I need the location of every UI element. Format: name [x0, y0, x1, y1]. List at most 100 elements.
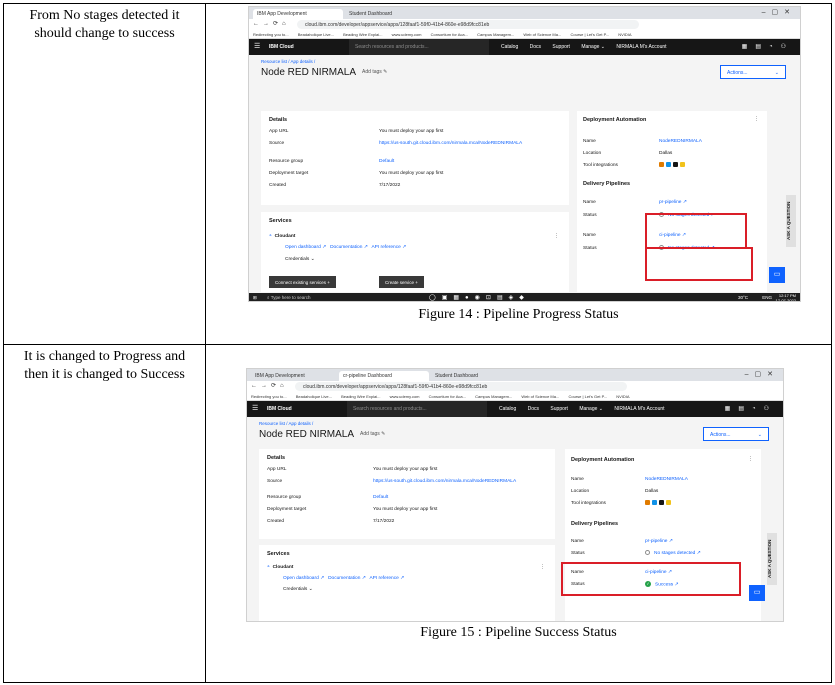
app-details-page: Resource list / App details / Node RED N…: [247, 417, 783, 621]
hamburger-icon[interactable]: ☰: [254, 42, 260, 50]
menu-item[interactable]: Manage ⌄: [579, 406, 603, 412]
bookmark[interactable]: Redirecting you to...: [253, 32, 289, 37]
window-controls[interactable]: –▢✕: [745, 370, 779, 378]
source-link[interactable]: https://us-south.git.cloud.ibm.com/nirma…: [373, 479, 516, 484]
bookmark[interactable]: Beadaholique Live...: [298, 32, 334, 37]
tool-integrations-icons[interactable]: [645, 500, 673, 506]
documentation-link[interactable]: Documentation ↗: [328, 576, 366, 581]
breadcrumb[interactable]: Resource list / App details /: [259, 421, 313, 426]
bookmark[interactable]: Course | Let's Get P...: [570, 32, 609, 37]
bookmark[interactable]: NVIDIA: [618, 32, 631, 37]
menu-item[interactable]: Catalog: [501, 44, 518, 50]
source-link[interactable]: https://us-south.git.cloud.ibm.com/nirma…: [379, 141, 522, 146]
menu-item[interactable]: Docs: [530, 44, 541, 50]
browser-tab-bar: IBM App Development Student Dashboard –▢…: [249, 7, 800, 19]
start-icon[interactable]: ⊞: [253, 295, 257, 301]
add-tags-button[interactable]: Add tags ✎: [360, 431, 385, 437]
bookmark[interactable]: Redirecting you to...: [251, 394, 287, 399]
git-icon: [645, 500, 650, 505]
language-indicator[interactable]: ENG: [762, 295, 772, 300]
services-card: Services ◓ Cloudant ⋮ Open dashboard ↗ D…: [259, 545, 555, 621]
overflow-menu-icon[interactable]: ⋮: [754, 117, 759, 122]
menu-item[interactable]: NIRMALA M's Account: [614, 406, 664, 412]
git-icon: [659, 162, 664, 167]
figure-caption: Figure 14 : Pipeline Progress Status: [418, 307, 619, 322]
url-field[interactable]: cloud.ibm.com/developer/appservice/apps/…: [295, 382, 628, 391]
chat-icon[interactable]: ▭: [769, 267, 785, 283]
browser-tab[interactable]: cr-pipeline Dashboard: [339, 371, 429, 381]
taskbar-search[interactable]: ⌕ Type here to search: [267, 295, 310, 300]
connect-services-button[interactable]: [267, 621, 363, 622]
documentation-link[interactable]: Documentation ↗: [330, 245, 368, 250]
overflow-menu-icon[interactable]: ⋮: [540, 565, 545, 570]
details-card: Details App URL You must deploy your app…: [259, 449, 555, 539]
menu-item[interactable]: NIRMALA M's Account: [616, 44, 666, 50]
window-controls[interactable]: –▢✕: [762, 8, 796, 16]
url-field[interactable]: cloud.ibm.com/developer/appservice/apps/…: [297, 20, 639, 29]
bookmark[interactable]: Campus Managem...: [477, 32, 514, 37]
breadcrumb[interactable]: Resource list / App details /: [261, 59, 315, 64]
create-service-button[interactable]: [365, 621, 435, 622]
bookmark[interactable]: www.udemy.com: [392, 32, 422, 37]
location-label: Location: [571, 489, 590, 494]
actions-dropdown[interactable]: Actions... ⌄: [720, 65, 786, 79]
browser-tab[interactable]: IBM App Development: [251, 371, 337, 381]
api-reference-link[interactable]: API reference ↗: [369, 576, 404, 581]
pr-pipeline-status[interactable]: No stages detected ↗: [645, 550, 701, 556]
bookmark[interactable]: Web of Science Ma...: [523, 32, 561, 37]
bookmark[interactable]: NVIDIA: [616, 394, 629, 399]
bookmark[interactable]: www.udemy.com: [390, 394, 420, 399]
browser-tab[interactable]: Student Dashboard: [345, 9, 423, 19]
pr-pipeline-link[interactable]: pr-pipeline ↗: [645, 539, 673, 544]
ask-question-tab[interactable]: ASK A QUESTION: [786, 195, 796, 247]
toolchain-name-link[interactable]: NodeREDNIRMALA: [659, 139, 702, 144]
bookmark[interactable]: Beadaholique Live...: [296, 394, 332, 399]
page-title: Node RED NIRMALA Add tags ✎: [261, 67, 388, 78]
open-dashboard-link[interactable]: Open dashboard ↗: [283, 576, 324, 581]
browser-tab[interactable]: Student Dashboard: [431, 371, 521, 381]
menu-item[interactable]: Docs: [528, 406, 539, 412]
overflow-menu-icon[interactable]: ⋮: [554, 234, 559, 239]
menu-item[interactable]: Manage ⌄: [581, 44, 605, 50]
menu-item[interactable]: Support: [550, 406, 568, 412]
resource-group-link[interactable]: Default: [373, 495, 388, 500]
overflow-menu-icon[interactable]: ⋮: [748, 457, 753, 462]
brand-logo[interactable]: IBM Cloud: [267, 406, 292, 412]
browser-tab[interactable]: IBM App Development: [253, 9, 343, 19]
search-input[interactable]: Search resources and products...: [349, 39, 489, 55]
credentials-toggle[interactable]: Credentials ⌄: [285, 257, 315, 262]
ask-question-tab[interactable]: ASK A QUESTION: [767, 533, 777, 585]
bookmark[interactable]: Beading Wire Explai...: [343, 32, 382, 37]
search-input[interactable]: Search resources and products...: [347, 401, 487, 417]
create-service-button[interactable]: Create service +: [379, 276, 424, 288]
bookmark[interactable]: Web of Science Ma...: [521, 394, 559, 399]
nav-buttons[interactable]: ←→⟳⌂: [251, 382, 288, 389]
bookmark[interactable]: Consortium for Aca...: [429, 394, 466, 399]
resource-group-link[interactable]: Default: [379, 159, 394, 164]
bookmark[interactable]: Campus Managem...: [475, 394, 512, 399]
browser-tab-bar: IBM App Development cr-pipeline Dashboar…: [247, 369, 783, 381]
toolchain-name-link[interactable]: NodeREDNIRMALA: [645, 477, 688, 482]
actions-dropdown[interactable]: Actions... ⌄: [703, 427, 769, 441]
bookmark[interactable]: Beading Wire Explai...: [341, 394, 380, 399]
bookmark[interactable]: Consortium for Aca...: [431, 32, 468, 37]
connect-services-button[interactable]: Connect existing services +: [269, 276, 336, 288]
pr-pipeline-link[interactable]: pr-pipeline ↗: [659, 200, 687, 205]
services-title: Services: [267, 551, 290, 557]
bookmark[interactable]: Course | Let's Get P...: [568, 394, 607, 399]
menu-item[interactable]: Catalog: [499, 406, 516, 412]
created-value: 7/17/2022: [379, 183, 401, 188]
chat-icon[interactable]: ▭: [749, 585, 765, 601]
open-dashboard-link[interactable]: Open dashboard ↗: [285, 245, 326, 250]
add-tags-button[interactable]: Add tags ✎: [362, 69, 387, 75]
api-reference-link[interactable]: API reference ↗: [371, 245, 406, 250]
hamburger-icon[interactable]: ☰: [252, 404, 258, 412]
tool-integrations-icons[interactable]: [659, 162, 687, 168]
nav-buttons[interactable]: ←→⟳⌂: [253, 20, 290, 27]
header-icons[interactable]: ▦▤◔⚇: [725, 405, 777, 412]
taskbar-apps[interactable]: ◯▣▦●◉⊡▤◈◆: [429, 294, 530, 301]
header-icons[interactable]: ▦▤◔⚇: [742, 43, 794, 50]
menu-item[interactable]: Support: [552, 44, 570, 50]
brand-logo[interactable]: IBM Cloud: [269, 44, 294, 50]
credentials-toggle[interactable]: Credentials ⌄: [283, 587, 313, 592]
